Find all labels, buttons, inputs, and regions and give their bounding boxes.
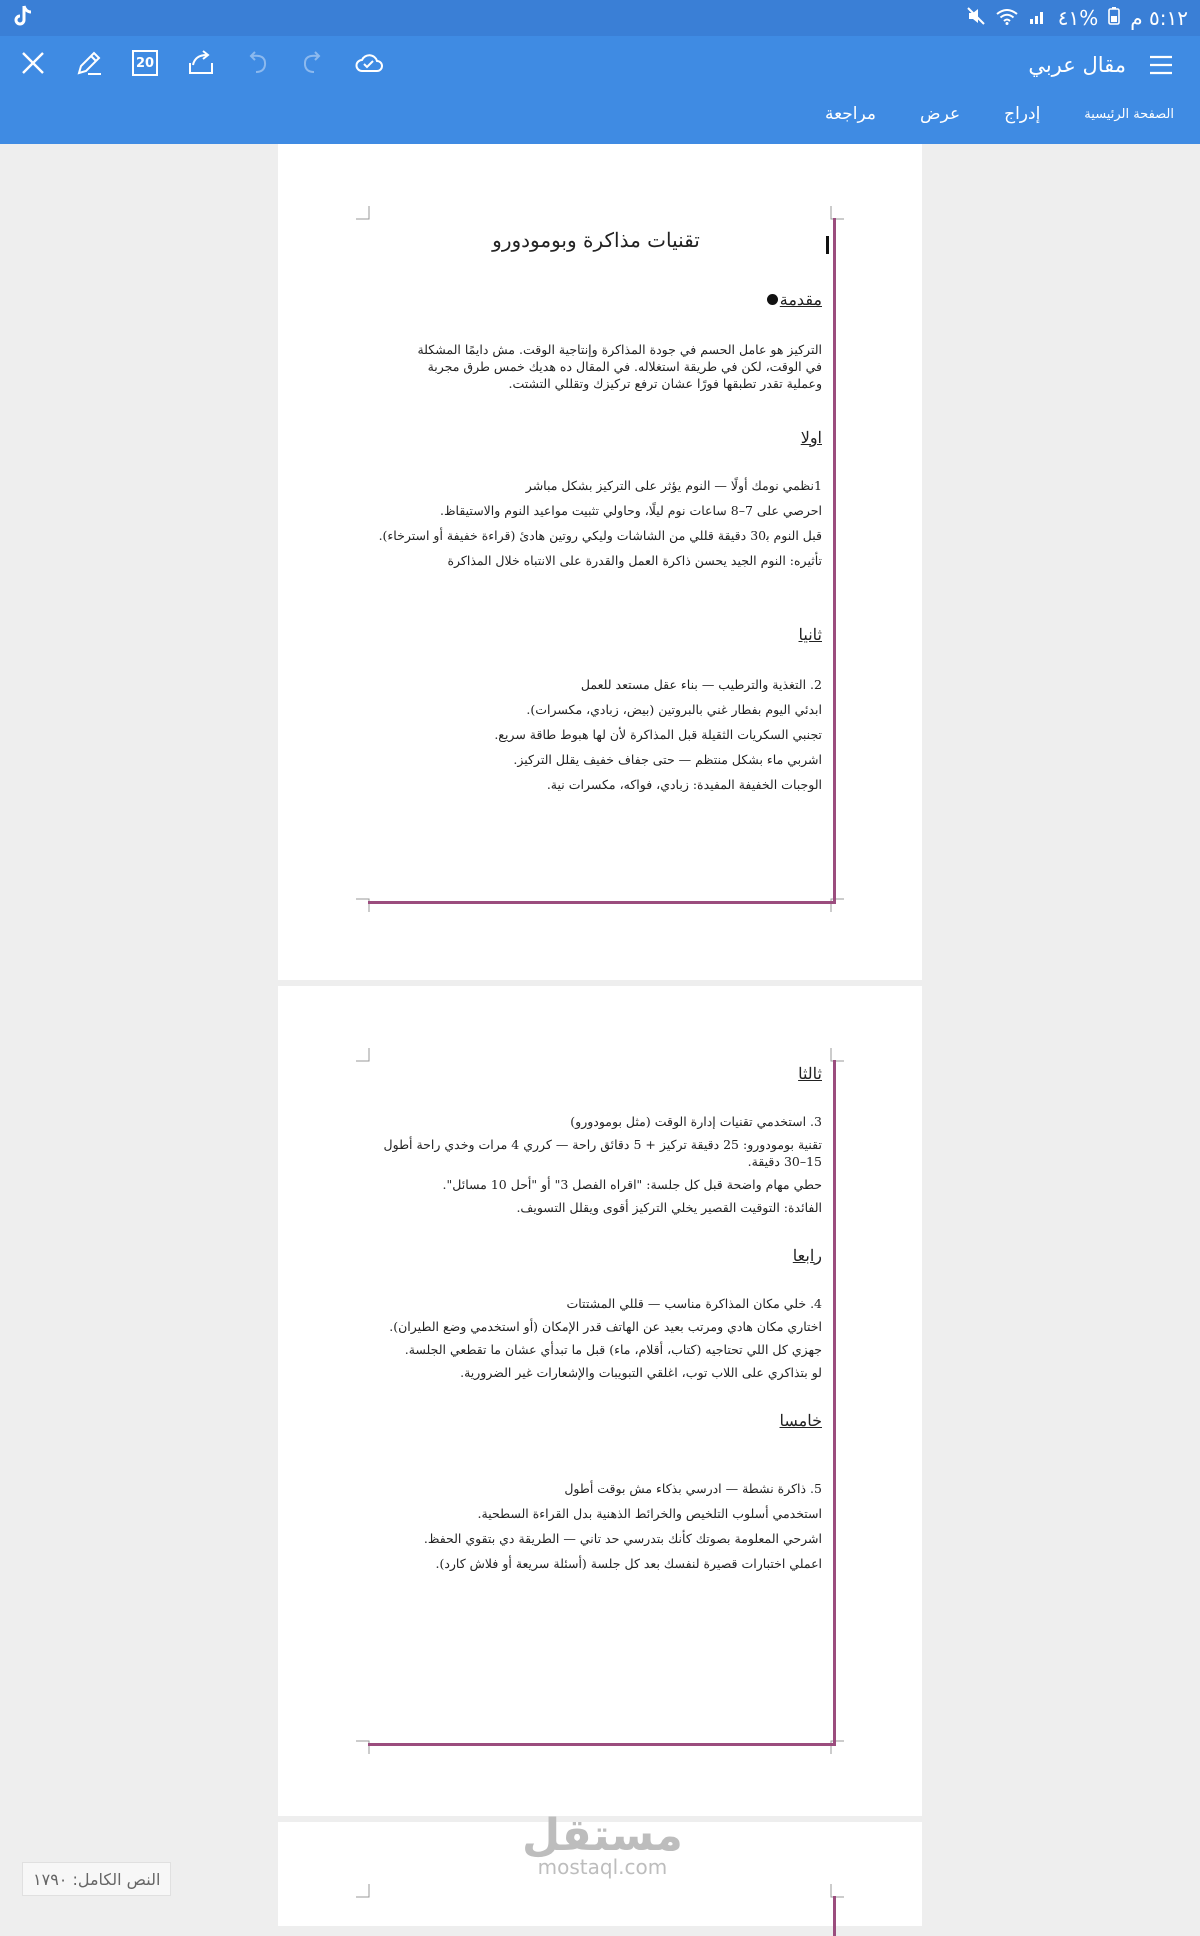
page-content: ثالثا 3. استخدمي تقنيات إدارة الوقت (مثل…	[370, 1064, 822, 1572]
document-title[interactable]: مقال عربي	[1028, 53, 1126, 77]
mute-icon	[966, 6, 986, 30]
intro-heading: مقدمة	[779, 290, 822, 309]
margin-corner-mark	[356, 206, 370, 220]
page-border	[833, 218, 836, 902]
close-icon	[22, 52, 44, 74]
share-button[interactable]	[182, 44, 220, 82]
page-border	[833, 1060, 836, 1744]
battery-icon	[1108, 6, 1121, 30]
document-heading: تقنيات مذاكرة وبومودورو	[492, 228, 700, 252]
ribbon-tabs: الصفحة الرئيسية إدراج عرض مراجعة	[803, 104, 1180, 124]
page-count: 20	[135, 55, 155, 71]
battery-level: %٤١	[1057, 6, 1099, 30]
cloud-save-button[interactable]	[350, 44, 388, 82]
cloud-check-icon	[355, 54, 383, 72]
tab-review[interactable]: مراجعة	[803, 104, 898, 124]
section-heading: اولا	[800, 428, 822, 447]
intro-paragraph: التركيز هو عامل الحسم في جودة المذاكرة و…	[417, 342, 822, 391]
page-border	[368, 1743, 836, 1746]
pencil-icon	[77, 51, 101, 75]
page-count-button[interactable]: 20	[126, 44, 164, 82]
menu-button[interactable]	[1142, 46, 1180, 84]
margin-corner-mark	[356, 1048, 370, 1062]
bullet-icon	[766, 294, 778, 305]
section-body: 1نظمي نومك أولًا — النوم يؤثر على التركي…	[378, 478, 822, 568]
page-border	[368, 901, 836, 904]
section-heading: ثانيا	[798, 625, 822, 644]
tab-view[interactable]: عرض	[898, 104, 982, 124]
document-page[interactable]: ثالثا 3. استخدمي تقنيات إدارة الوقت (مثل…	[278, 980, 922, 1816]
watermark-url: mostaql.com	[537, 1855, 668, 1879]
redo-button[interactable]	[294, 44, 332, 82]
word-count-badge[interactable]: النص الكامل: ١٧٩٠	[22, 1862, 172, 1896]
section-heading: ثالثا	[798, 1064, 822, 1083]
page-border	[833, 1896, 836, 1936]
app-toolbar: 20 مقال عربي الصفحة الرئيسية إدراج عرض م…	[0, 36, 1200, 144]
undo-icon	[249, 51, 267, 73]
margin-corner-mark	[356, 1884, 370, 1898]
edit-button[interactable]	[70, 44, 108, 82]
signal-icon	[1028, 6, 1048, 30]
page-content: تقنيات مذاكرة وبومودورو مقدمة التركيز هو…	[370, 228, 822, 793]
close-button[interactable]	[14, 44, 52, 82]
redo-icon	[303, 51, 321, 73]
section-heading: رابعا	[792, 1246, 822, 1265]
section-body: 5. ذاكرة نشطة — ادرسي بذكاء مش بوقت أطول…	[423, 1481, 822, 1571]
document-page[interactable]: تقنيات مذاكرة وبومودورو مقدمة التركيز هو…	[278, 144, 922, 980]
section-body: 3. استخدمي تقنيات إدارة الوقت (مثل بومود…	[383, 1114, 822, 1215]
watermark: مستقل mostaql.com	[522, 1810, 683, 1879]
section-body: 4. خلي مكان المذاكرة مناسب — قللي المشتت…	[389, 1296, 822, 1380]
undo-button[interactable]	[238, 44, 276, 82]
section-body: 2. التغذية والترطيب — بناء عقل مستعد للع…	[494, 677, 822, 792]
tiktok-icon	[12, 4, 34, 33]
tab-insert[interactable]: إدراج	[982, 104, 1062, 124]
clock: ٥:١٢ م	[1130, 6, 1188, 30]
wifi-icon	[996, 6, 1018, 30]
tab-home[interactable]: الصفحة الرئيسية	[1062, 107, 1180, 122]
share-icon	[189, 50, 213, 74]
text-cursor	[826, 236, 829, 254]
status-bar: ٥:١٢ م %٤١	[0, 0, 1200, 36]
section-heading: خامسا	[779, 1411, 822, 1430]
watermark-logo: مستقل	[522, 1810, 683, 1861]
hamburger-icon	[1150, 55, 1172, 75]
